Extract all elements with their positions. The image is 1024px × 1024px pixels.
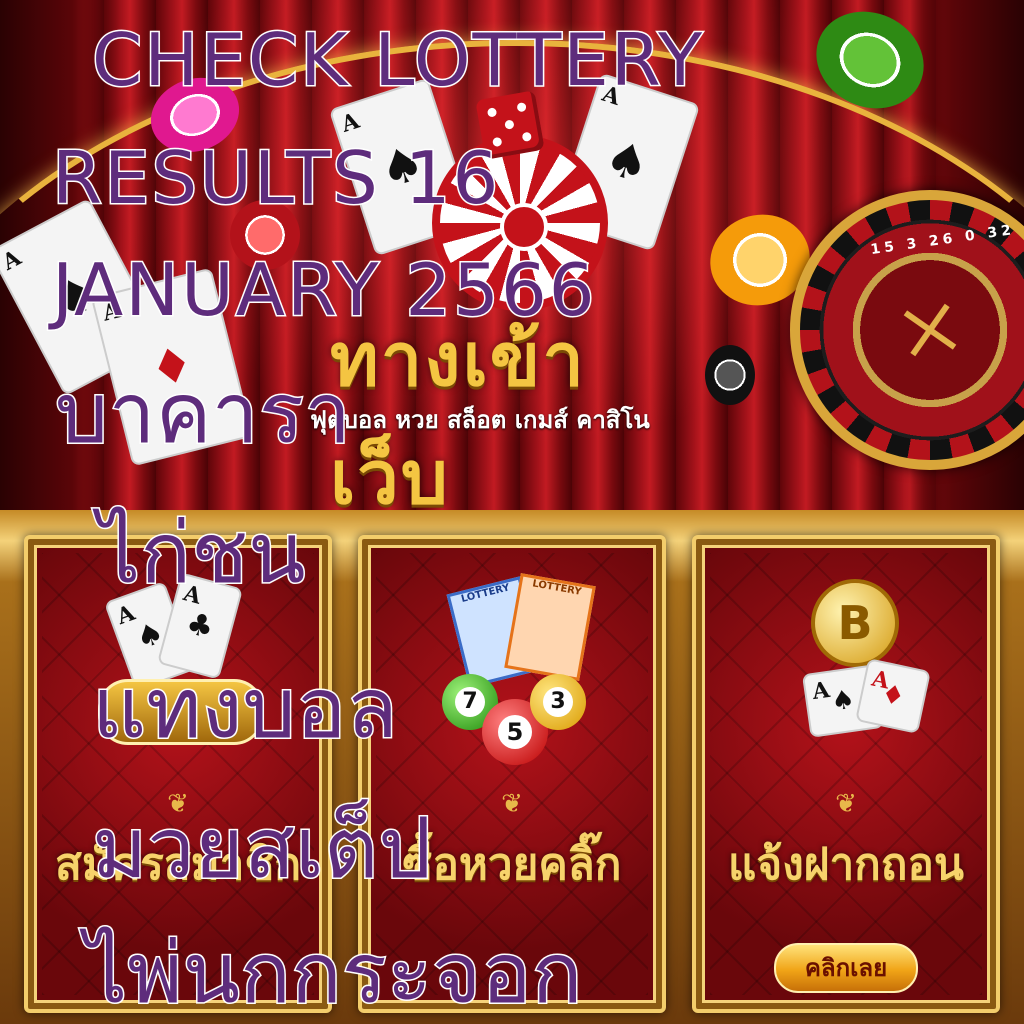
panel-title: ซื้อหวยคลิ๊ก bbox=[402, 839, 622, 890]
click-now-button[interactable]: คลิกเลย bbox=[774, 943, 918, 993]
casino-cards-icon bbox=[98, 679, 264, 745]
panel-lottery[interactable]: LOTTERY LOTTERY 7 5 3 ❦ ซื้อหวยคลิ๊ก bbox=[358, 535, 666, 1013]
panel-deposit-withdraw[interactable]: B A ♠ A ♦ ❦ แจ้งฝากถอน คลิกเลย bbox=[692, 535, 1000, 1013]
ornament-icon: ❦ bbox=[501, 789, 523, 819]
dartboard-icon bbox=[432, 135, 608, 311]
lottery-ball-icon: 3 bbox=[530, 674, 586, 730]
ornament-icon: ❦ bbox=[167, 789, 189, 819]
roulette-number: 0 bbox=[964, 227, 980, 245]
promo-banner: A ♠ A ♠ A ♠ A ♦ ทางเข้าเว็บ ฟุตบอล หวย สล็อต… bbox=[0, 0, 1024, 1024]
panel-title: สมัครสมาชิก bbox=[55, 839, 301, 890]
bitcoin-coin-icon: B bbox=[811, 579, 899, 667]
playing-card-icon: A ♦ bbox=[855, 658, 931, 734]
red-chip-icon bbox=[230, 200, 300, 270]
dice-icon bbox=[475, 90, 545, 160]
roulette-number: 3 bbox=[905, 235, 922, 253]
ornament-icon: ❦ bbox=[835, 789, 857, 819]
panel-title: แจ้งฝากถอน bbox=[728, 839, 964, 890]
site-logo-text: ทางเข้าเว็บ bbox=[330, 317, 586, 521]
panel-register[interactable]: A ♠ A ♣ ❦ สมัครสมาชิก bbox=[24, 535, 332, 1013]
black-chip-icon bbox=[705, 345, 755, 405]
banner-subtitle: ฟุตบอล หวย สล็อต เกมส์ คาสิโน bbox=[310, 406, 650, 434]
